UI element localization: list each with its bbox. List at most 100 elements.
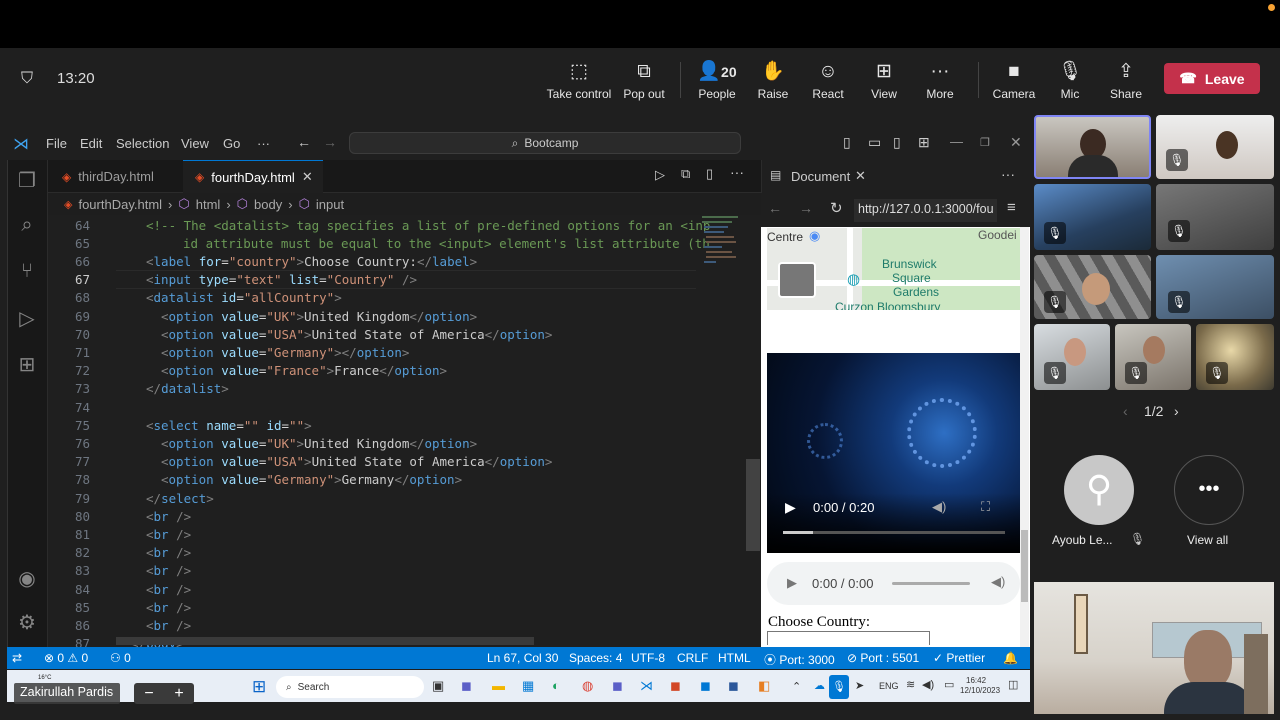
country-input[interactable] <box>767 631 930 645</box>
participant-tile[interactable]: 🎙 <box>1034 184 1151 250</box>
toggle-secondary-sidebar-icon[interactable]: ▯ <box>893 134 901 151</box>
edge-icon[interactable]: ◐ <box>552 678 560 693</box>
participant-avatar[interactable]: ⚲ <box>1064 455 1134 525</box>
toggle-sidebar-icon[interactable]: ▯ <box>843 134 851 151</box>
take-control-button[interactable]: ⬚ Take control <box>545 60 613 104</box>
preview-tab-label[interactable]: Document <box>791 169 850 184</box>
breadcrumb-input[interactable]: input <box>316 197 344 212</box>
vscode-taskbar-icon[interactable]: ⋊ <box>640 678 653 694</box>
windows-start-icon[interactable]: ⊞ <box>252 677 266 697</box>
minimap[interactable] <box>700 213 746 313</box>
self-view-video[interactable] <box>1034 582 1274 714</box>
people-button[interactable]: 👤20 People <box>693 60 741 104</box>
indentation[interactable]: Spaces: 4 <box>569 651 622 665</box>
menu-file[interactable]: File <box>46 136 67 151</box>
breadcrumb-body[interactable]: body <box>254 197 282 212</box>
zoom-controls[interactable]: − + <box>134 683 194 704</box>
play-icon[interactable]: ▶ <box>785 499 796 516</box>
more-actions-icon[interactable]: ··· <box>1001 166 1015 182</box>
close-tab-icon[interactable]: ✕ <box>302 169 313 185</box>
video-player[interactable]: ▶ 0:00 / 0:20 ◀) ⛶ <box>767 353 1020 553</box>
audio-player[interactable]: ▶ 0:00 / 0:00 ◀) <box>767 562 1020 605</box>
zoom-in-icon[interactable]: + <box>174 685 183 703</box>
preview-scroll-thumb[interactable] <box>1021 530 1028 602</box>
participant-tile[interactable]: 🎙 <box>1115 324 1191 390</box>
breadcrumb-file[interactable]: fourthDay.html <box>78 197 162 212</box>
zoom-out-icon[interactable]: − <box>144 685 153 703</box>
wifi-icon[interactable]: ≋ <box>906 678 915 691</box>
breadcrumb-html[interactable]: html <box>196 197 221 212</box>
ports-indicator[interactable]: ⚇ 0 <box>110 651 131 665</box>
powerpoint-icon[interactable]: ◼ <box>670 678 681 694</box>
notification-center-icon[interactable]: ◫ <box>1008 678 1018 691</box>
problems-indicator[interactable]: ⊗ 0 ⚠ 0 <box>44 651 88 665</box>
toggle-panel-icon[interactable]: ▭ <box>868 134 881 151</box>
remote-icon[interactable]: ⇄ <box>12 651 22 665</box>
menu-icon[interactable]: ≡ <box>1007 199 1016 216</box>
clock-time[interactable]: 16:42 <box>966 676 986 685</box>
leave-button[interactable]: ☎ Leave <box>1164 63 1260 94</box>
live-server-port[interactable]: ⦿ Port: 3000 <box>764 651 835 668</box>
run-icon[interactable]: ▷ <box>655 167 665 183</box>
app-icon[interactable]: ◧ <box>758 678 770 694</box>
language-mode[interactable]: HTML <box>718 651 751 665</box>
volume-icon[interactable]: ◀) <box>932 499 946 515</box>
language-indicator[interactable]: ENG <box>879 681 899 691</box>
view-all-button[interactable]: ••• <box>1174 455 1244 525</box>
battery-icon[interactable]: ▭ <box>944 678 954 691</box>
tab-thirdday[interactable]: ◈ thirdDay.html <box>50 160 183 193</box>
word-icon[interactable]: ◼ <box>728 678 739 694</box>
more-actions-icon[interactable]: ··· <box>730 164 744 180</box>
teams-icon[interactable]: ◼ <box>612 678 623 694</box>
chevron-right-icon[interactable]: › <box>1174 403 1179 419</box>
participant-tile[interactable]: 🎙 <box>1196 324 1274 390</box>
audio-progress-bar[interactable] <box>892 582 970 585</box>
split-editor-icon[interactable]: ▯ <box>706 166 713 182</box>
onedrive-icon[interactable]: ☁ <box>814 679 825 692</box>
end-of-line[interactable]: CRLF <box>677 651 708 665</box>
taskbar-search[interactable]: ⌕ Search <box>276 676 424 698</box>
menu-view[interactable]: View <box>181 136 209 151</box>
file-explorer-icon[interactable]: ▬ <box>492 678 505 693</box>
cursor-position[interactable]: Ln 67, Col 30 <box>487 651 558 665</box>
participant-tile[interactable]: 🎙 <box>1156 255 1274 319</box>
run-debug-icon[interactable]: ▷ <box>14 306 40 332</box>
prettier-status[interactable]: ✓ Prettier <box>933 651 985 665</box>
search-icon[interactable]: ⌕ <box>14 214 40 240</box>
close-preview-icon[interactable]: ✕ <box>855 168 866 184</box>
explorer-icon[interactable]: ❐ <box>14 168 40 194</box>
participant-tile[interactable]: 🎙 <box>1156 184 1274 250</box>
share-button[interactable]: ⇪ Share <box>1104 60 1148 104</box>
play-icon[interactable]: ▶ <box>787 575 797 591</box>
back-arrow-icon[interactable]: ← <box>297 134 311 150</box>
location-icon[interactable]: ➤ <box>855 679 864 692</box>
mic-active-icon[interactable]: 🎙 <box>829 675 849 699</box>
chevron-left-icon[interactable]: ‹ <box>1123 403 1128 419</box>
pop-out-button[interactable]: ⧉ Pop out <box>620 60 668 104</box>
chrome-icon[interactable]: ◍ <box>582 678 593 694</box>
menu-edit[interactable]: Edit <box>80 136 102 151</box>
live-server-port-2[interactable]: ⊘ Port : 5501 <box>847 651 919 665</box>
video-progress-bar[interactable] <box>783 531 1005 534</box>
forward-arrow-icon[interactable]: → <box>799 200 813 216</box>
fullscreen-icon[interactable]: ⛶ <box>981 499 990 515</box>
menu-selection[interactable]: Selection <box>116 136 169 151</box>
react-button[interactable]: ☺ React <box>808 60 848 104</box>
editor-scrollbar[interactable] <box>746 459 760 551</box>
mic-button[interactable]: 🎙 Mic <box>1052 60 1088 104</box>
participant-tile-active[interactable] <box>1034 115 1151 179</box>
customize-layout-icon[interactable]: ⊞ <box>918 134 930 151</box>
clock-date[interactable]: 12/10/2023 <box>960 686 1000 695</box>
map-embed[interactable]: Centre ◉ Brunswick Square Gardens Curzon… <box>767 228 1020 310</box>
reload-icon[interactable]: ↻ <box>830 199 843 217</box>
command-center-search[interactable]: ⌕ Bootcamp <box>349 132 741 154</box>
url-field[interactable]: http://127.0.0.1:3000/fou <box>854 199 997 222</box>
encoding[interactable]: UTF-8 <box>631 651 665 665</box>
chevron-up-icon[interactable]: ⌃ <box>792 680 801 693</box>
extensions-icon[interactable]: ⊞ <box>14 352 40 378</box>
participant-tile[interactable]: 🎙 <box>1034 255 1151 319</box>
view-button[interactable]: ⊞ View <box>864 60 904 104</box>
open-preview-icon[interactable]: ⧉ <box>681 166 690 182</box>
menu-go[interactable]: Go <box>223 136 240 151</box>
account-icon[interactable]: ◉ <box>14 566 40 592</box>
